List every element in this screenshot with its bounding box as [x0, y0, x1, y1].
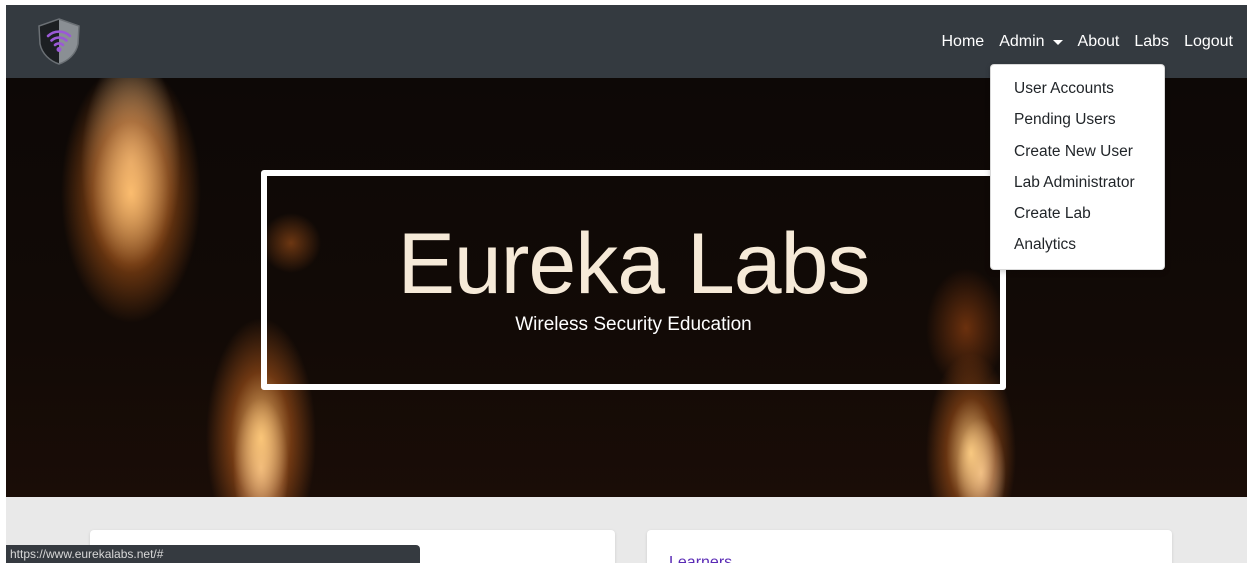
wifi-shield-logo-icon[interactable] [34, 16, 84, 66]
link-status-bar: https://www.eurekalabs.net/# [6, 545, 420, 563]
hero-subtitle: Wireless Security Education [515, 314, 752, 335]
nav-admin-dropdown[interactable]: Admin [999, 32, 1063, 51]
hero-title-box: Eureka Labs Wireless Security Education [261, 170, 1006, 390]
content-card-right: Learners [647, 530, 1172, 563]
nav-admin-label: Admin [999, 32, 1045, 50]
menu-item-pending-users[interactable]: Pending Users [991, 104, 1164, 135]
nav-about-link[interactable]: About [1078, 33, 1120, 51]
caret-down-icon [1052, 39, 1063, 45]
admin-dropdown-menu: User Accounts Pending Users Create New U… [990, 64, 1165, 270]
menu-item-lab-administrator[interactable]: Lab Administrator [991, 167, 1164, 198]
menu-item-create-lab[interactable]: Create Lab [991, 198, 1164, 229]
nav-home-link[interactable]: Home [942, 33, 985, 51]
hero-title: Eureka Labs [397, 216, 871, 312]
menu-item-analytics[interactable]: Analytics [991, 229, 1164, 260]
card-title-learners[interactable]: Learners [669, 554, 732, 563]
menu-item-user-accounts[interactable]: User Accounts [991, 73, 1164, 104]
menu-item-create-new-user[interactable]: Create New User [991, 136, 1164, 167]
browser-viewport: Home Admin About Labs Logout Eureka Labs… [6, 5, 1247, 563]
nav-logout-link[interactable]: Logout [1184, 33, 1233, 51]
nav-labs-link[interactable]: Labs [1134, 33, 1169, 51]
